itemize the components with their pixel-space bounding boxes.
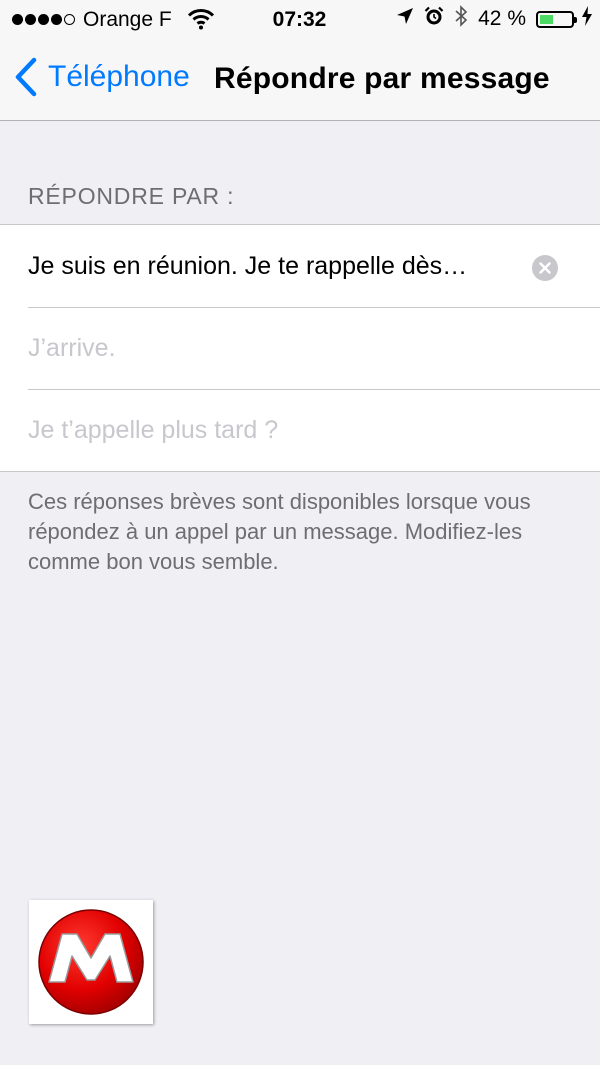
clear-icon[interactable] bbox=[532, 255, 558, 281]
battery-fill bbox=[540, 14, 553, 24]
response-field-3[interactable]: Je t’appelle plus tard ? bbox=[28, 416, 278, 445]
navigation-bar: Téléphone Répondre par message bbox=[0, 40, 600, 120]
response-row-3[interactable]: Je t’appelle plus tard ? bbox=[28, 389, 600, 471]
battery-icon bbox=[536, 10, 577, 28]
m-logo-icon bbox=[29, 900, 153, 1024]
alarm-icon bbox=[424, 6, 444, 32]
page-title: Répondre par message bbox=[214, 62, 550, 95]
responses-group: Je suis en réunion. Je te rappelle dès… … bbox=[0, 224, 600, 472]
charging-bolt-icon bbox=[582, 6, 592, 32]
back-button-label: Téléphone bbox=[48, 60, 190, 93]
response-row-2[interactable]: J’arrive. bbox=[28, 307, 600, 390]
status-right-group: 42 % bbox=[396, 5, 592, 33]
section-header: RÉPONDRE PAR : bbox=[28, 183, 235, 209]
battery-percent: 42 % bbox=[478, 7, 526, 30]
chevron-left-icon bbox=[15, 57, 37, 97]
response-field-2[interactable]: J’arrive. bbox=[28, 334, 116, 363]
location-arrow-icon bbox=[396, 7, 414, 31]
bluetooth-icon bbox=[454, 5, 468, 33]
section-footer: Ces réponses brèves sont disponibles lor… bbox=[28, 489, 531, 574]
response-row-1[interactable]: Je suis en réunion. Je te rappelle dès… bbox=[28, 225, 600, 308]
response-field-1[interactable]: Je suis en réunion. Je te rappelle dès… bbox=[28, 252, 467, 281]
back-button[interactable]: Téléphone bbox=[14, 57, 190, 97]
status-bar: Orange F 07:32 42 % bbox=[0, 0, 600, 40]
status-time-text: 07:32 bbox=[272, 8, 327, 31]
